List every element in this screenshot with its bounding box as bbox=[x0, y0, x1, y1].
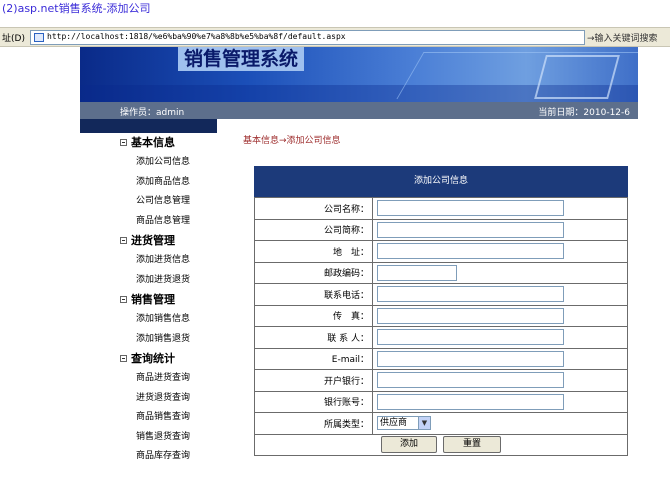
address-input[interactable]: http://localhost:1818/%e6%ba%90%e7%a8%8b… bbox=[30, 30, 585, 45]
field-label: 公司名称： bbox=[254, 197, 373, 220]
form-row-bank: 开户银行： bbox=[254, 369, 628, 392]
account-input[interactable] bbox=[377, 393, 564, 410]
field-label: 联 系 人： bbox=[254, 326, 373, 349]
operator-label: 操作员：admin bbox=[120, 108, 185, 118]
address-url[interactable]: http://localhost:1818/%e6%ba%90%e7%a8%8b… bbox=[47, 32, 346, 41]
window-title: (2)asp.net销售系统-添加公司 bbox=[0, 0, 670, 20]
contact-input[interactable] bbox=[377, 329, 564, 346]
sidebar-menu: 基本信息 添加公司信息 添加商品信息 公司信息管理 商品信息管理 进货管理 添加… bbox=[80, 133, 217, 467]
address-label: 址(D) bbox=[2, 34, 25, 44]
email-input[interactable] bbox=[377, 350, 564, 367]
form-row-address: 地 址： bbox=[254, 240, 628, 263]
page-icon bbox=[34, 33, 44, 42]
menu-item-add-purchase-return[interactable]: 添加进货退货 bbox=[80, 271, 217, 291]
menu-item-sales-query[interactable]: 商品销售查询 bbox=[80, 408, 217, 428]
menu-item-purchase-query[interactable]: 商品进货查询 bbox=[80, 369, 217, 389]
field-label: E-mail： bbox=[254, 347, 373, 370]
add-button[interactable]: 添加 bbox=[381, 436, 437, 454]
company-form: 添加公司信息 公司名称： 公司简称： 地 址： 邮政编码： 联系电话： 传 真：… bbox=[254, 166, 628, 456]
menu-item-add-company[interactable]: 添加公司信息 bbox=[80, 153, 217, 173]
field-label: 传 真： bbox=[254, 304, 373, 327]
field-label: 所属类型： bbox=[254, 412, 373, 435]
system-title: 销售管理系统 bbox=[178, 47, 305, 71]
menu-item-sales-return-query[interactable]: 销售退货查询 bbox=[80, 428, 217, 448]
menu-item-add-sale[interactable]: 添加销售信息 bbox=[80, 310, 217, 330]
field-label: 邮政编码： bbox=[254, 261, 373, 284]
form-row-contact: 联 系 人： bbox=[254, 326, 628, 349]
form-row-account: 银行账号： bbox=[254, 390, 628, 413]
field-label: 开户银行： bbox=[254, 369, 373, 392]
field-label: 联系电话： bbox=[254, 283, 373, 306]
field-label: 地 址： bbox=[254, 240, 373, 263]
menu-item-add-product[interactable]: 添加商品信息 bbox=[80, 173, 217, 193]
chevron-down-icon[interactable]: ▼ bbox=[418, 417, 430, 430]
form-row-fax: 传 真： bbox=[254, 304, 628, 327]
bank-input[interactable] bbox=[377, 372, 564, 389]
reset-button[interactable]: 重置 bbox=[443, 436, 501, 454]
field-label: 公司简称： bbox=[254, 218, 373, 241]
phone-input[interactable] bbox=[377, 286, 564, 303]
breadcrumb: 基本信息→添加公司信息 bbox=[243, 136, 341, 146]
form-row-buttons: 添加 重置 bbox=[254, 433, 628, 456]
header-banner: 销售管理系统 bbox=[80, 47, 638, 102]
company-name-input[interactable] bbox=[377, 200, 564, 217]
menu-item-add-purchase[interactable]: 添加进货信息 bbox=[80, 251, 217, 271]
form-row-type: 所属类型： 供应商 ▼ bbox=[254, 412, 628, 435]
menu-group-basic[interactable]: 基本信息 bbox=[80, 133, 217, 153]
menu-item-stock-query[interactable]: 商品库存查询 bbox=[80, 447, 217, 467]
menu-group-sales[interactable]: 销售管理 bbox=[80, 290, 217, 310]
menu-item-purchase-return-query[interactable]: 进货退货查询 bbox=[80, 389, 217, 409]
form-row-phone: 联系电话： bbox=[254, 283, 628, 306]
fax-input[interactable] bbox=[377, 307, 564, 324]
main-content: 基本信息→添加公司信息 添加公司信息 公司名称： 公司简称： 地 址： 邮政编码… bbox=[217, 119, 670, 481]
sidebar-header bbox=[80, 119, 217, 133]
menu-item-add-sale-return[interactable]: 添加销售退货 bbox=[80, 330, 217, 350]
form-title: 添加公司信息 bbox=[254, 166, 628, 197]
monitor-graphic-icon bbox=[534, 55, 620, 99]
form-row-company-short: 公司简称： bbox=[254, 218, 628, 241]
type-select-value: 供应商 bbox=[380, 418, 408, 429]
address-bar: 址(D) http://localhost:1818/%e6%ba%90%e7%… bbox=[0, 27, 670, 47]
menu-item-company-manage[interactable]: 公司信息管理 bbox=[80, 192, 217, 212]
sidebar: 基本信息 添加公司信息 添加商品信息 公司信息管理 商品信息管理 进货管理 添加… bbox=[80, 119, 217, 481]
type-select[interactable]: 供应商 ▼ bbox=[377, 416, 431, 431]
info-bar: 操作员：admin 当前日期：2010-12-6 bbox=[80, 102, 638, 119]
company-short-input[interactable] bbox=[377, 221, 564, 238]
form-table: 公司名称： 公司简称： 地 址： 邮政编码： 联系电话： 传 真： 联 系 人：… bbox=[254, 197, 628, 456]
field-label: 银行账号： bbox=[254, 390, 373, 413]
form-row-company-name: 公司名称： bbox=[254, 197, 628, 220]
current-date: 当前日期：2010-12-6 bbox=[538, 108, 630, 118]
collapse-icon[interactable] bbox=[120, 355, 127, 362]
collapse-icon[interactable] bbox=[120, 296, 127, 303]
menu-item-product-manage[interactable]: 商品信息管理 bbox=[80, 212, 217, 232]
search-hint[interactable]: →输入关键词搜索 bbox=[587, 31, 658, 44]
menu-group-query[interactable]: 查询统计 bbox=[80, 349, 217, 369]
form-row-email: E-mail： bbox=[254, 347, 628, 370]
address-input-field[interactable] bbox=[377, 243, 564, 260]
form-row-postcode: 邮政编码： bbox=[254, 261, 628, 284]
menu-group-purchase[interactable]: 进货管理 bbox=[80, 231, 217, 251]
collapse-icon[interactable] bbox=[120, 237, 127, 244]
collapse-icon[interactable] bbox=[120, 139, 127, 146]
postcode-input[interactable] bbox=[377, 264, 457, 281]
